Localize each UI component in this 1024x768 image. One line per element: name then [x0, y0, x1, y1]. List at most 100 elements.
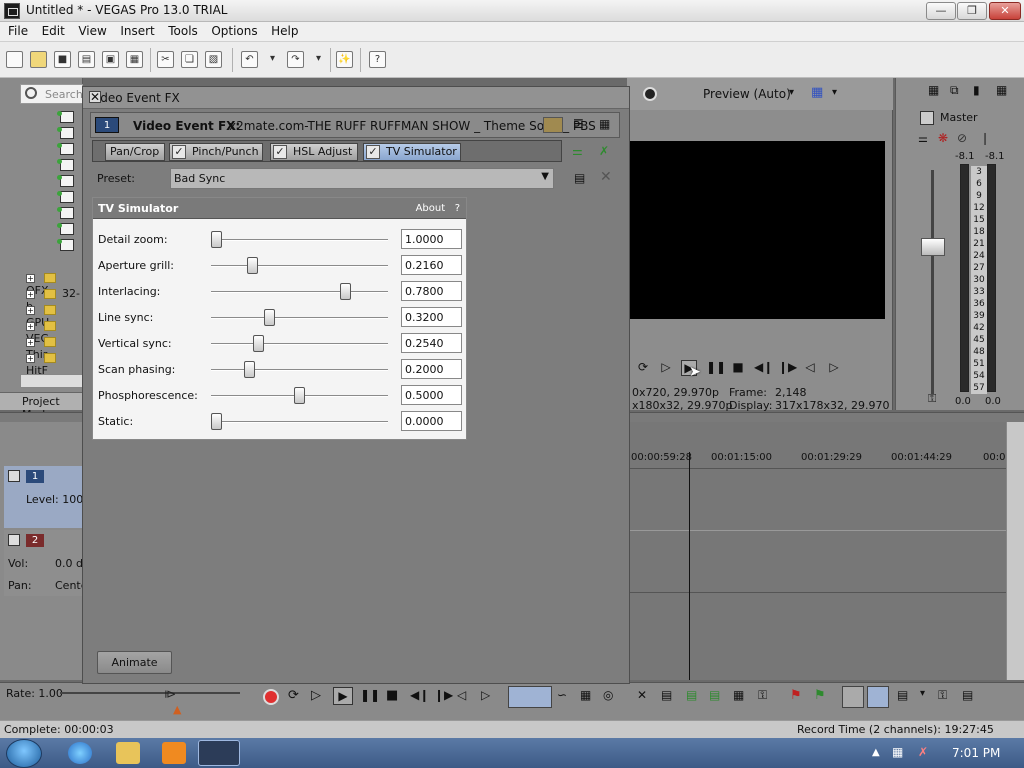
redo-icon[interactable]: ↷ [287, 51, 304, 68]
undo-icon[interactable]: ↶ [241, 51, 258, 68]
menu-edit[interactable]: Edit [34, 22, 65, 38]
snapping-icon[interactable] [842, 686, 864, 708]
timeline-vertical-scrollbar[interactable] [1006, 422, 1024, 680]
fx-chain-icon[interactable]: ⚌ [918, 132, 928, 145]
zoom-tool-icon[interactable]: ◎ [603, 688, 613, 702]
playhead-cursor[interactable] [689, 452, 690, 680]
next-frame-icon[interactable]: ▷ [481, 688, 490, 702]
overlays-dropdown-icon[interactable]: ▾ [832, 87, 837, 98]
menu-file[interactable]: File [0, 22, 28, 38]
tree-folder[interactable]: +GPU [26, 303, 82, 329]
trim-end-icon[interactable]: ▤ [709, 688, 720, 702]
go-to-end-icon[interactable]: ❙▶ [778, 360, 797, 376]
tree-item-icon[interactable] [57, 159, 74, 171]
new-icon[interactable] [6, 51, 23, 68]
save-icon[interactable]: ■ [54, 51, 71, 68]
tree-item-icon[interactable] [57, 191, 74, 203]
param-slider-track[interactable] [211, 343, 388, 345]
lock-envelopes-icon[interactable]: ⚿ [938, 688, 947, 703]
menu-help[interactable]: Help [263, 22, 298, 38]
whats-this-help-icon[interactable]: ? [369, 51, 386, 68]
lock-icon[interactable]: ⚿ [758, 688, 767, 703]
dim-output-icon[interactable]: ▮ [973, 83, 980, 97]
properties-icon[interactable]: ▦ [996, 83, 1007, 97]
properties-icon[interactable]: ▦ [126, 51, 143, 68]
ripple-mode-icon[interactable]: ▤ [897, 688, 908, 702]
file-explorer-icon[interactable] [116, 742, 140, 764]
param-slider-thumb[interactable] [253, 335, 265, 352]
network-icon[interactable]: ▦ [892, 745, 903, 759]
media-player-icon[interactable] [162, 742, 186, 764]
param-slider-thumb[interactable] [294, 387, 305, 404]
tree-item-icon[interactable] [57, 127, 74, 139]
previous-frame-icon[interactable]: ◁ [457, 688, 466, 702]
loop-playback-icon[interactable]: ⟳ [288, 688, 299, 703]
explorer-horizontal-scrollbar[interactable] [20, 374, 83, 388]
param-slider-thumb[interactable] [244, 361, 256, 378]
tree-folder[interactable]: +VEG [26, 319, 82, 345]
trim-icon[interactable]: ▤ [661, 688, 672, 702]
maximize-button[interactable]: ❐ [957, 2, 987, 20]
auto-ripple-icon[interactable] [867, 686, 889, 708]
param-value-input[interactable]: 0.0000 [401, 411, 462, 431]
tree-item-icon[interactable] [57, 175, 74, 187]
param-slider-track[interactable] [211, 421, 388, 423]
tab-project-media[interactable]: Project Med [0, 392, 83, 421]
tree-folder[interactable]: +Thir [26, 335, 82, 361]
preset-dropdown[interactable]: Bad Sync ▼ [170, 168, 554, 189]
param-value-input[interactable]: 0.2540 [401, 333, 462, 353]
param-value-input[interactable]: 0.3200 [401, 307, 462, 327]
chain-pinch-punch[interactable]: ✓ Pinch/Punch [169, 143, 263, 161]
enable-snapping-icon[interactable]: ✨ [336, 51, 353, 68]
trim-start-icon[interactable]: ▤ [686, 688, 697, 702]
internet-explorer-icon[interactable] [68, 742, 92, 764]
selection-tool-icon[interactable]: ▦ [580, 688, 591, 702]
cut-icon[interactable]: ✂ [157, 51, 174, 68]
vol-value[interactable]: 0.0 d [55, 557, 83, 570]
marker-icon[interactable]: ⚑ [790, 688, 802, 703]
stop-icon[interactable]: ■ [730, 360, 746, 376]
redo-dropdown-icon[interactable]: ▾ [310, 51, 327, 68]
remove-plugin-icon[interactable]: ✗ [599, 144, 609, 158]
go-to-end-icon[interactable]: ❙▶ [434, 688, 453, 702]
plugin-chain-icon[interactable] [543, 117, 563, 133]
lock-icon[interactable]: ⚿ [928, 392, 936, 406]
move-plugin-icon[interactable]: ⚌ [572, 144, 583, 158]
menu-tools[interactable]: Tools [160, 22, 198, 38]
collapse-track-icon[interactable] [8, 534, 20, 546]
rate-slider-handle[interactable]: ⧐ [164, 687, 176, 701]
param-slider-track[interactable] [211, 369, 388, 371]
rate-slider-track[interactable] [60, 692, 240, 694]
vegas-taskbar-button[interactable] [198, 740, 240, 766]
param-slider-thumb[interactable] [246, 257, 258, 274]
region-icon[interactable]: ⚑ [814, 688, 826, 703]
pause-icon[interactable]: ❚❚ [706, 360, 726, 376]
overlays-icon[interactable]: ▦ [811, 85, 823, 100]
downmix-icon[interactable]: ⧉ [950, 83, 959, 98]
play-icon[interactable]: ▶ [333, 687, 353, 705]
list-view-icon[interactable]: ☰ [573, 117, 584, 131]
master-toggle-icon[interactable] [920, 111, 934, 125]
next-frame-icon[interactable]: ▷ [826, 360, 842, 376]
volume-muted-icon[interactable]: ✗ [918, 745, 928, 759]
record-icon[interactable] [263, 689, 279, 705]
save-preset-icon[interactable]: ▤ [574, 171, 585, 185]
menu-view[interactable]: View [70, 22, 106, 38]
param-slider-thumb[interactable] [264, 309, 276, 326]
open-icon[interactable] [30, 51, 47, 68]
explorer-search-input[interactable]: Search [20, 84, 83, 104]
param-slider-thumb[interactable] [211, 231, 222, 248]
dialog-close-button[interactable]: ✕ [89, 91, 101, 103]
collapse-track-icon[interactable] [8, 470, 20, 482]
normal-edit-tool-icon[interactable] [508, 686, 552, 708]
chain-hsl-adjust[interactable]: ✓ HSL Adjust [270, 143, 358, 161]
render-icon[interactable]: ▣ [102, 51, 119, 68]
start-button[interactable] [6, 739, 42, 768]
tree-item-icon[interactable] [57, 239, 74, 251]
paste-icon[interactable]: ▧ [205, 51, 222, 68]
param-slider-thumb[interactable] [211, 413, 222, 430]
about-link[interactable]: About ? [416, 203, 460, 214]
show-hidden-icons[interactable]: ▲ [872, 747, 880, 758]
chevron-down-icon[interactable]: ▾ [789, 87, 794, 98]
split-icon[interactable]: ▦ [733, 688, 744, 702]
